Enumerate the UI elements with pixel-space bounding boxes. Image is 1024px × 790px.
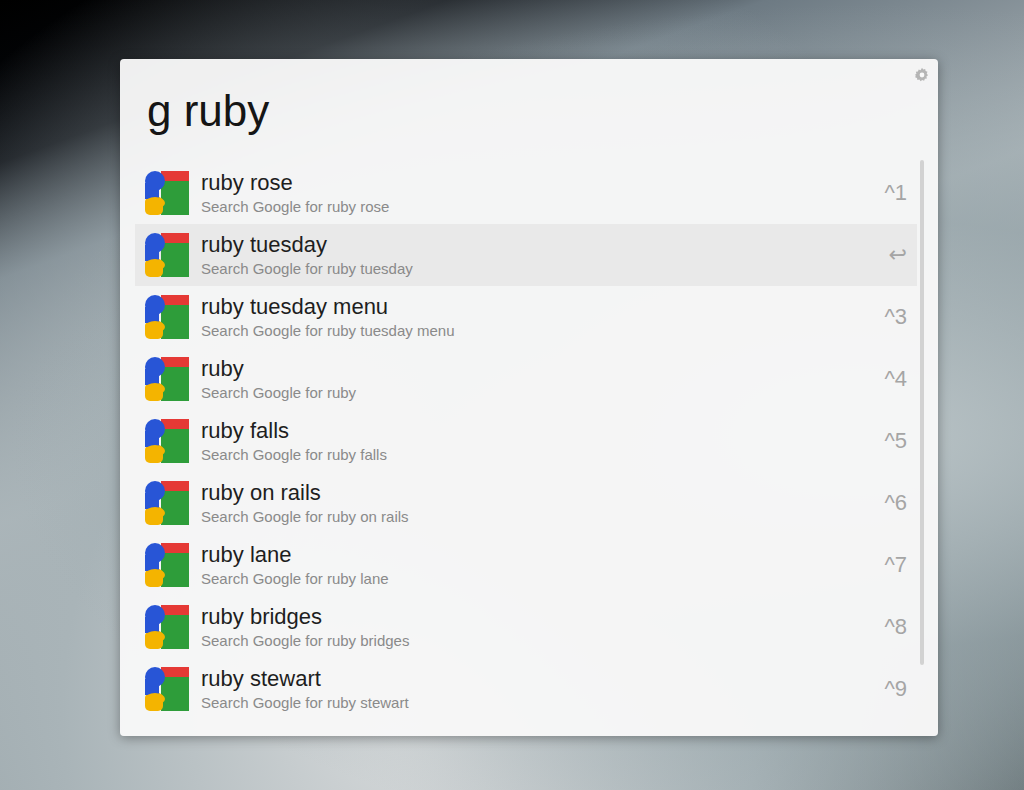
result-shortcut: ↩ — [877, 242, 907, 268]
result-subtitle: Search Google for ruby bridges — [201, 632, 867, 650]
result-row[interactable]: ruby Search Google for ruby ^4 — [135, 348, 917, 410]
result-subtitle: Search Google for ruby falls — [201, 446, 867, 464]
google-icon — [143, 231, 191, 279]
result-title: ruby bridges — [201, 604, 867, 630]
result-shortcut: ^1 — [877, 180, 907, 206]
result-subtitle: Search Google for ruby stewart — [201, 694, 867, 712]
result-row[interactable]: ruby falls Search Google for ruby falls ^5 — [135, 410, 917, 472]
google-icon — [143, 665, 191, 713]
result-row[interactable]: ruby bridges Search Google for ruby bridg… — [135, 596, 917, 658]
result-row[interactable]: ruby rose Search Google for ruby rose ^1 — [135, 162, 917, 224]
google-icon — [143, 417, 191, 465]
result-shortcut: ^7 — [877, 552, 907, 578]
gear-icon[interactable] — [914, 67, 930, 83]
result-shortcut: ^4 — [877, 366, 907, 392]
google-icon — [143, 169, 191, 217]
result-row[interactable]: ruby tuesday Search Google for ruby tuesd… — [135, 224, 917, 286]
google-icon — [143, 479, 191, 527]
google-icon — [143, 541, 191, 589]
result-row[interactable]: ruby lane Search Google for ruby lane ^7 — [135, 534, 917, 596]
google-icon — [143, 355, 191, 403]
result-title: ruby stewart — [201, 666, 867, 692]
scrollbar[interactable] — [920, 160, 924, 665]
result-shortcut: ^8 — [877, 614, 907, 640]
result-title: ruby tuesday menu — [201, 294, 867, 320]
result-title: ruby — [201, 356, 867, 382]
result-subtitle: Search Google for ruby — [201, 384, 867, 402]
result-title: ruby falls — [201, 418, 867, 444]
result-subtitle: Search Google for ruby rose — [201, 198, 867, 216]
result-row[interactable]: ruby stewart Search Google for ruby stewa… — [135, 658, 917, 720]
result-subtitle: Search Google for ruby tuesday — [201, 260, 867, 278]
launcher-window: g ruby ruby rose Search Google for ruby ro… — [120, 59, 938, 736]
desktop: g ruby ruby rose Search Google for ruby ro… — [0, 0, 1024, 790]
result-shortcut: ^5 — [877, 428, 907, 454]
result-subtitle: Search Google for ruby tuesday menu — [201, 322, 867, 340]
search-field[interactable]: g ruby — [120, 59, 938, 141]
result-title: ruby lane — [201, 542, 867, 568]
google-icon — [143, 603, 191, 651]
result-title: ruby tuesday — [201, 232, 867, 258]
result-list: ruby roseSearch Google for ruby rose^1ru… — [135, 162, 917, 720]
result-subtitle: Search Google for ruby on rails — [201, 508, 867, 526]
result-shortcut: ^3 — [877, 304, 907, 330]
result-row[interactable]: ruby tuesday menu Search Google for ruby … — [135, 286, 917, 348]
result-shortcut: ^6 — [877, 490, 907, 516]
result-title: ruby on rails — [201, 480, 867, 506]
google-icon — [143, 293, 191, 341]
result-title: ruby rose — [201, 170, 867, 196]
result-row[interactable]: ruby on rails Search Google for ruby on r… — [135, 472, 917, 534]
result-subtitle: Search Google for ruby lane — [201, 570, 867, 588]
result-shortcut: ^9 — [877, 676, 907, 702]
